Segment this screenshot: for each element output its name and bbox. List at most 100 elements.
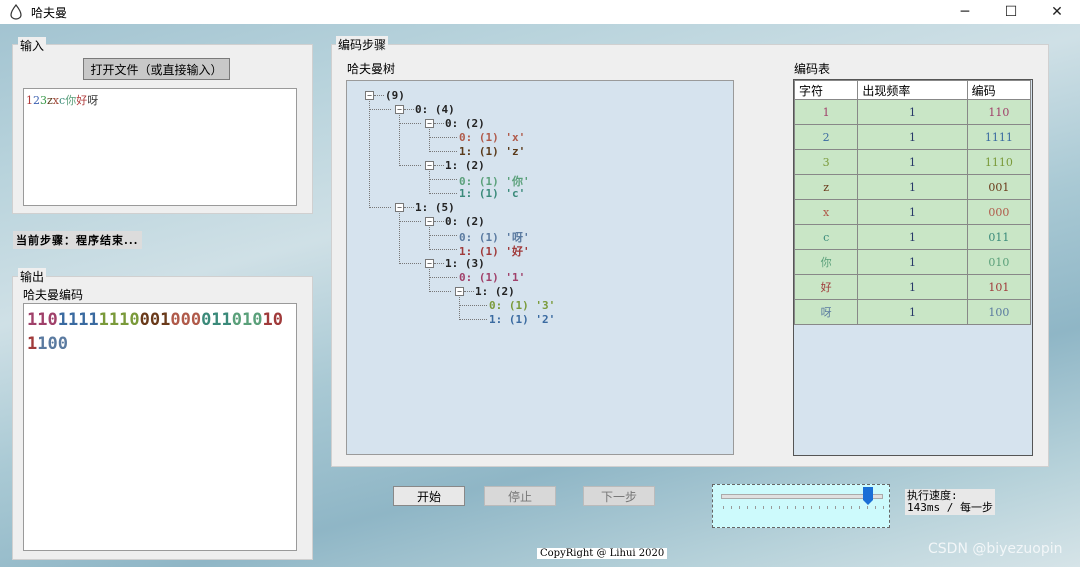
slider-tick [795, 506, 796, 509]
slider-tick [867, 506, 868, 509]
tree-connector [429, 137, 457, 138]
table-row: x 1 000 [793, 199, 1032, 225]
input-text: 123zxc你好呀 [26, 94, 98, 107]
table-label: 编码表 [794, 62, 831, 76]
slider-tick [787, 506, 788, 509]
output-group-label: 输出 [18, 268, 47, 285]
table-row: z 1 001 [793, 174, 1032, 200]
code-segment: 001 [139, 310, 171, 330]
tree-connector [374, 95, 384, 96]
tree-collapse-toggle[interactable]: − [395, 105, 404, 114]
char-cell: c [793, 224, 859, 250]
tree-connector [464, 291, 474, 292]
code-cell: 1111 [966, 124, 1032, 150]
tree-node[interactable]: 0: (2) [445, 117, 485, 130]
tree-connector [429, 151, 457, 152]
tree-connector [369, 109, 391, 110]
close-button[interactable]: ✕ [1034, 0, 1080, 24]
slider-tick [883, 506, 884, 509]
tree-node[interactable]: 1: (1) 'z' [459, 145, 525, 158]
slider-tick [731, 506, 732, 509]
output-textarea[interactable]: 11011111110001000011010101100 [23, 303, 297, 551]
speed-slider[interactable] [712, 484, 890, 528]
input-char: 你 [65, 94, 77, 107]
col-header-freq: 出现频率 [857, 80, 968, 100]
tree-node[interactable]: 0: (1) '1' [459, 271, 525, 284]
output-subtitle: 哈夫曼编码 [23, 288, 84, 302]
input-textarea[interactable]: 123zxc你好呀 [23, 88, 297, 206]
freq-cell: 1 [857, 274, 968, 300]
output-code: 11011111110001000011010101100 [27, 310, 283, 354]
code-segment: 1111 [57, 310, 99, 330]
code-cell: 100 [966, 299, 1032, 325]
tree-connector [429, 127, 430, 152]
tree-connector [399, 263, 421, 264]
tree-node[interactable]: 0: (4) [415, 103, 455, 116]
tree-node[interactable]: (9) [385, 89, 405, 102]
maximize-button[interactable]: ☐ [988, 0, 1034, 24]
tree-connector [404, 207, 414, 208]
freq-cell: 1 [857, 224, 968, 250]
code-segment: 1110 [98, 310, 140, 330]
tree-connector [429, 249, 457, 250]
input-char: 呀 [87, 94, 99, 107]
tree-node[interactable]: 1: (2) [445, 159, 485, 172]
tree-connector [459, 319, 487, 320]
code-segment: 110 [27, 310, 58, 330]
tree-collapse-toggle[interactable]: − [425, 119, 434, 128]
input-char: 2 [33, 94, 40, 107]
freq-cell: 1 [857, 149, 968, 175]
tree-collapse-toggle[interactable]: − [365, 91, 374, 100]
tree-connector [434, 263, 444, 264]
slider-tick [763, 506, 764, 509]
tree-node[interactable]: 1: (3) [445, 257, 485, 270]
tree-node[interactable]: 0: (1) 'x' [459, 131, 525, 144]
app-icon [9, 4, 23, 20]
tree-collapse-toggle[interactable]: − [395, 203, 404, 212]
slider-tick [811, 506, 812, 509]
tree-node[interactable]: 0: (1) '3' [489, 299, 555, 312]
tree-connector [429, 193, 457, 194]
huffman-tree-view[interactable]: − (9) −0: (4) −0: (2) 0: (1) 'x' 1: (1) 'z' −1… [346, 80, 734, 455]
code-cell: 101 [966, 274, 1032, 300]
slider-tick [819, 506, 820, 509]
code-segment: 000 [170, 310, 202, 330]
minimize-button[interactable]: ─ [942, 0, 988, 24]
slider-thumb[interactable] [863, 487, 874, 505]
open-file-button[interactable]: 打开文件（或直接输入） [83, 58, 230, 80]
stop-button[interactable]: 停止 [484, 486, 556, 506]
slider-tick [779, 506, 780, 509]
col-header-char: 字符 [793, 80, 859, 100]
char-cell: x [793, 199, 859, 225]
char-cell: 好 [793, 274, 859, 300]
slider-tick [747, 506, 748, 509]
tree-connector [429, 179, 457, 180]
input-group-label: 输入 [18, 37, 47, 54]
freq-cell: 1 [857, 199, 968, 225]
slider-tick [827, 506, 828, 509]
tree-node[interactable]: 1: (2) [475, 285, 515, 298]
tree-node[interactable]: 1: (5) [415, 201, 455, 214]
tree-collapse-toggle[interactable]: − [425, 259, 434, 268]
tree-node[interactable]: 1: (1) '2' [489, 313, 555, 326]
table-row: c 1 011 [793, 224, 1032, 250]
code-cell: 1110 [966, 149, 1032, 175]
code-cell: 010 [966, 249, 1032, 275]
slider-tick [803, 506, 804, 509]
slider-tick [835, 506, 836, 509]
tree-collapse-toggle[interactable]: − [455, 287, 464, 296]
tree-node[interactable]: 0: (2) [445, 215, 485, 228]
table-row: 好 1 101 [793, 274, 1032, 300]
input-char: 3 [40, 94, 47, 107]
tree-collapse-toggle[interactable]: − [425, 161, 434, 170]
freq-cell: 1 [857, 99, 968, 125]
tree-node[interactable]: 1: (1) 'c' [459, 187, 525, 200]
tree-label: 哈夫曼树 [347, 62, 396, 76]
code-cell: 001 [966, 174, 1032, 200]
next-step-button[interactable]: 下一步 [583, 486, 655, 506]
tree-collapse-toggle[interactable]: − [425, 217, 434, 226]
slider-tick [843, 506, 844, 509]
tree-connector [429, 169, 430, 194]
start-button[interactable]: 开始 [393, 486, 465, 506]
tree-connector [399, 123, 421, 124]
